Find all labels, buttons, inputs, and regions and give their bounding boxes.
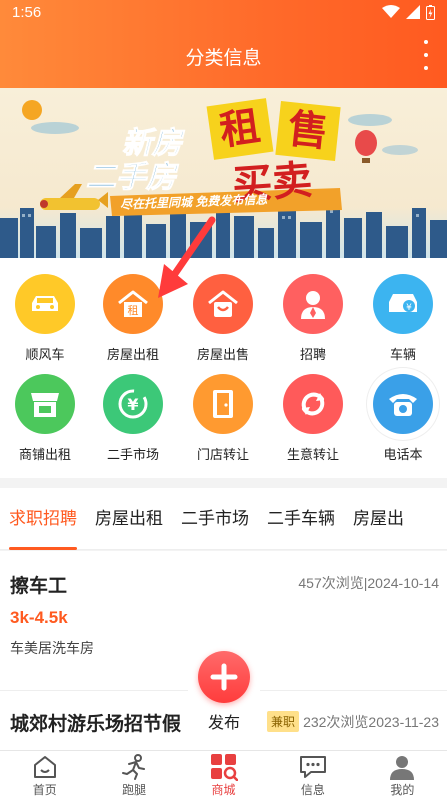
phone-icon [373,374,433,434]
nav-label: 首页 [32,783,57,797]
nav-label: 信息 [300,783,325,797]
mall-icon [209,753,239,781]
nav-label: 商城 [211,783,236,797]
grid-item-vehicle[interactable]: ¥ 车辆 [358,258,447,362]
nav-errand[interactable]: 跑腿 [89,751,178,798]
category-tabs: 求职招聘 房屋出租 二手市场 二手车辆 房屋出 [0,488,447,550]
grid-item-door[interactable]: 门店转让 [178,358,268,462]
grid-item-phone[interactable]: 电话本 [358,358,447,462]
nav-label: 跑腿 [122,783,147,797]
promo-banner[interactable]: 新房 二手房 租 售 买卖 尽在托里同城 免费发布信息 [0,88,447,258]
pointer-arrow-icon [158,216,216,298]
listing-meta: 457次浏览|2024-10-14 [298,575,439,591]
wifi-icon [382,5,400,18]
svg-text:租: 租 [128,304,139,317]
nav-label: 我的 [390,783,415,797]
grid-item-transfer[interactable]: 生意转让 [268,358,358,462]
grid-item-recruit[interactable]: 招聘 [268,258,358,362]
top-bar: 1:56 分类信息 [0,0,447,88]
publish-label: 发布 [207,715,240,732]
grid-item-label: 电话本 [383,447,423,462]
banner-line2: 二手房 [86,160,177,196]
profile-icon [387,753,417,781]
tab-used-cars[interactable]: 二手车辆 [258,488,344,550]
tab-second-hand[interactable]: 二手市场 [172,488,258,550]
svg-text:¥: ¥ [127,395,138,414]
publish-fab[interactable]: 发布 [188,641,260,751]
nav-profile[interactable]: 我的 [358,751,447,798]
shop-icon [15,374,75,434]
signal-icon [406,5,420,19]
listing-meta-group: 兼职 232次浏览2023-11-23 [267,711,439,732]
listing-title: 城郊村游乐场招节假 [10,714,182,735]
vehicle-icon: ¥ [373,274,433,334]
status-bar: 1:56 [0,0,447,24]
battery-icon [426,4,435,20]
bottom-nav: 首页 跑腿 商城 信息 我的 [0,750,447,798]
category-grid: 顺风车租房屋出租 房屋出售 招聘 ¥ 车辆 商铺出租 ¥ 二手市场 门店转让 生意转让 电话本 [0,258,447,478]
page-title: 分类信息 [185,47,262,69]
grid-item-label: 门店转让 [196,447,249,462]
grid-item-recycle[interactable]: ¥ 二手市场 [88,358,178,462]
nav-home[interactable]: 首页 [0,751,89,798]
nav-messages[interactable]: 信息 [268,751,357,798]
grid-item-label: 生意转让 [286,447,339,462]
car-icon [15,274,75,334]
status-icons [382,4,435,20]
app-header: 分类信息 [0,24,447,88]
home-icon [30,753,60,781]
grid-item-label: 二手市场 [106,447,159,462]
svg-text:¥: ¥ [406,303,412,313]
status-time: 1:56 [12,3,42,21]
grid-item-shop[interactable]: 商铺出租 [0,358,90,462]
runner-icon [119,753,149,781]
more-menu-icon[interactable] [423,40,429,70]
nav-mall[interactable]: 商城 [179,751,268,798]
tab-house-rent[interactable]: 房屋出租 [86,488,172,550]
plus-icon[interactable] [198,651,250,703]
message-icon [298,753,328,781]
listing-salary: 3k-4.5k [10,608,68,627]
tab-jobs[interactable]: 求职招聘 [0,488,86,550]
transfer-icon [283,374,343,434]
grid-item-label: 商铺出租 [18,447,71,462]
recycle-icon: ¥ [103,374,163,434]
grid-item-car[interactable]: 顺风车 [0,258,90,362]
listing-meta: 232次浏览2023-11-23 [303,713,439,730]
door-icon [193,374,253,434]
tab-house-more[interactable]: 房屋出 [344,488,413,550]
recruit-icon [283,274,343,334]
part-time-badge: 兼职 [267,711,300,732]
